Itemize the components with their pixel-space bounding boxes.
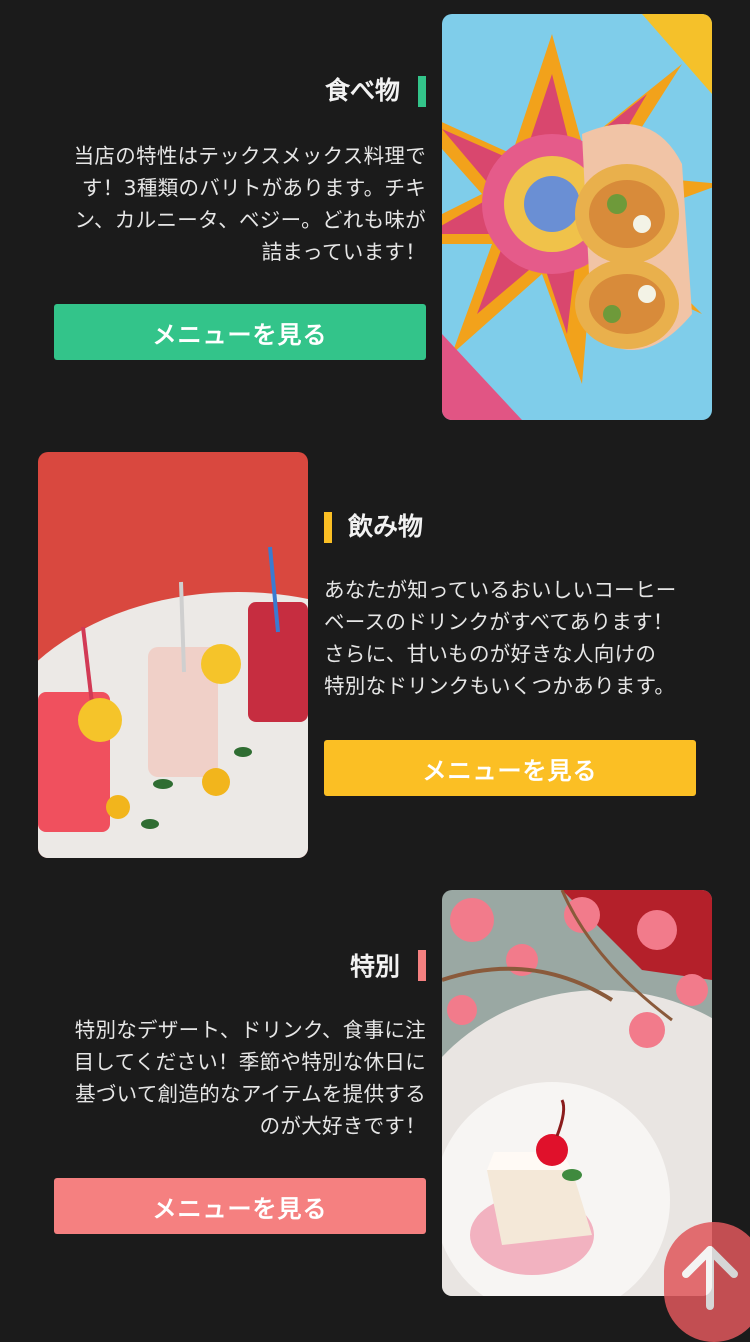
special-desc-line: 基づいて創造的なアイテムを提供する: [75, 1082, 426, 1106]
food-description: 当店の特性はテックスメックス料理で す！3種類のバリトがあります。チキ ン、カル…: [46, 140, 426, 268]
special-description: 特別なデザート、ドリンク、食事に注 目してください！季節や特別な休日に 基づいて…: [46, 1014, 426, 1142]
food-menu-button[interactable]: メニューを見る: [54, 304, 426, 360]
food-heading: 食べ物: [324, 76, 400, 105]
drinks-desc-line: ベースのドリンクがすべてあります！: [324, 610, 674, 634]
special-desc-line: のが大好きです！: [259, 1114, 426, 1138]
burrito-photo: [442, 14, 712, 420]
drinks-desc-line: あなたが知っているおいしいコーヒー: [324, 578, 677, 602]
special-section: 特別 特別なデザート、ドリンク、食事に注 目してください！季節や特別な休日に 基…: [0, 878, 750, 1333]
special-menu-button[interactable]: メニューを見る: [54, 1178, 426, 1234]
food-desc-line: 詰まっています！: [261, 240, 426, 264]
drinks-photo: [38, 452, 308, 858]
food-section: 食べ物 当店の特性はテックスメックス料理で す！3種類のバリトがあります。チキ …: [0, 0, 750, 430]
food-accent-bar: [418, 76, 426, 107]
drinks-section: 飲み物 あなたが知っているおいしいコーヒー ベースのドリンクがすべてあります！ …: [0, 440, 750, 870]
food-desc-line: ン、カルニータ、ベジー。どれも味が: [74, 208, 426, 232]
drinks-description: あなたが知っているおいしいコーヒー ベースのドリンクがすべてあります！ さらに、…: [324, 574, 724, 702]
drinks-desc-line: さらに、甘いものが好きな人向けの: [324, 642, 657, 666]
food-desc-line: 当店の特性はテックスメックス料理で: [73, 144, 426, 168]
scroll-top-button[interactable]: [664, 1222, 750, 1342]
arrow-up-icon: [680, 1242, 740, 1316]
drinks-menu-button[interactable]: メニューを見る: [324, 740, 696, 796]
special-accent-bar: [418, 950, 426, 981]
special-desc-line: 特別なデザート、ドリンク、食事に注: [74, 1018, 426, 1042]
food-desc-line: す！3種類のバリトがあります。チキ: [81, 176, 426, 200]
drinks-desc-line: 特別なドリンクもいくつかあります。: [324, 674, 676, 698]
special-desc-line: 目してください！季節や特別な休日に: [73, 1050, 426, 1074]
dessert-photo: [442, 890, 712, 1296]
special-heading: 特別: [349, 952, 400, 981]
drinks-accent-bar: [324, 512, 332, 543]
drinks-heading: 飲み物: [348, 512, 424, 541]
